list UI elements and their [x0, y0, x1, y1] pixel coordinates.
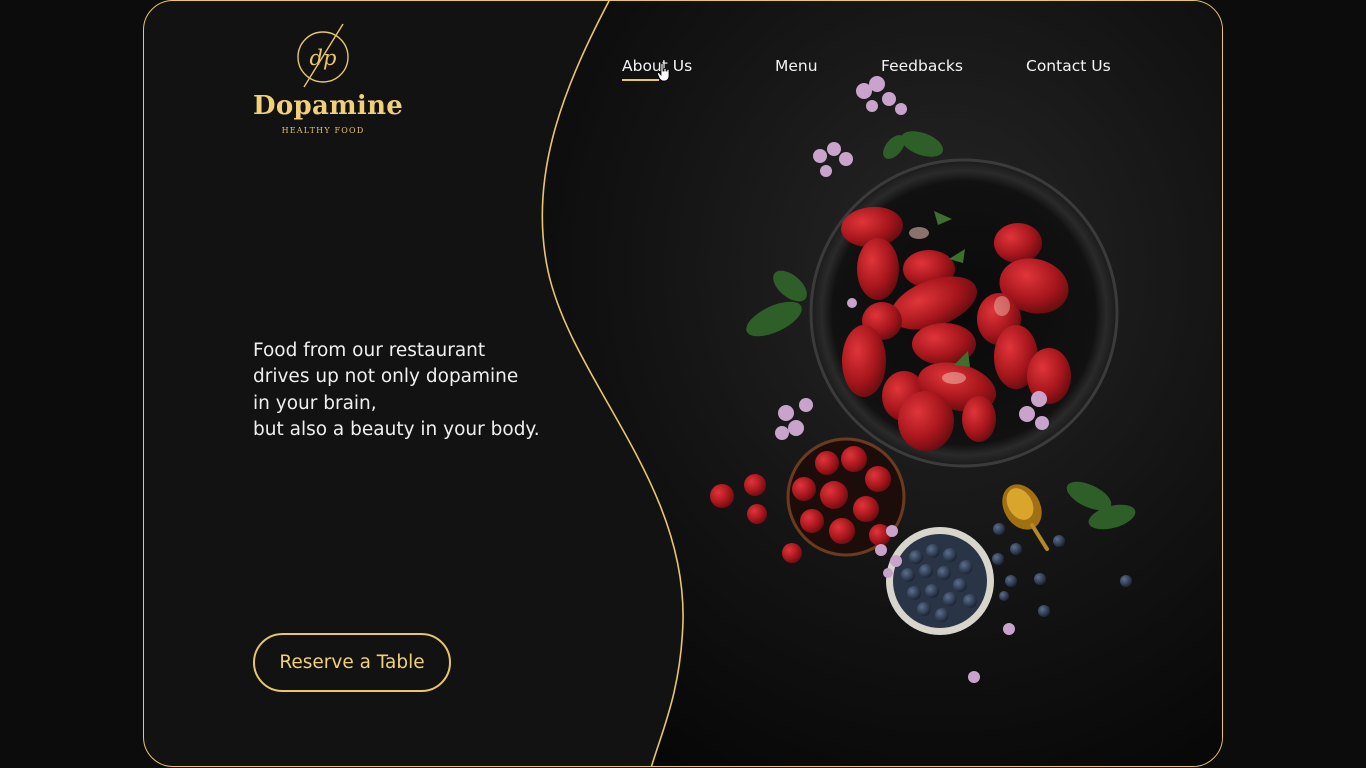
hero-tagline: Food from our restaurant drives up not o… [253, 338, 583, 443]
landing-page-frame: dp Dopamine HEALTHY FOOD About Us Menu F… [143, 0, 1223, 767]
nav-menu[interactable]: Menu [775, 57, 818, 75]
tagline-line: drives up not only dopamine [253, 366, 519, 388]
tagline-line: but also a beauty in your body. [253, 418, 540, 440]
nav-feedbacks[interactable]: Feedbacks [881, 57, 963, 75]
main-nav: About Us Menu Feedbacks Contact Us [144, 57, 1222, 81]
nav-contact-us[interactable]: Contact Us [1026, 57, 1111, 75]
tagline-line: in your brain, [253, 392, 377, 414]
hand-cursor-icon [657, 63, 670, 82]
brand-subtitle: HEALTHY FOOD [281, 126, 365, 135]
tagline-line: Food from our restaurant [253, 340, 486, 361]
reserve-table-button[interactable]: Reserve a Table [253, 633, 451, 692]
brand-name: Dopamine [253, 91, 404, 121]
